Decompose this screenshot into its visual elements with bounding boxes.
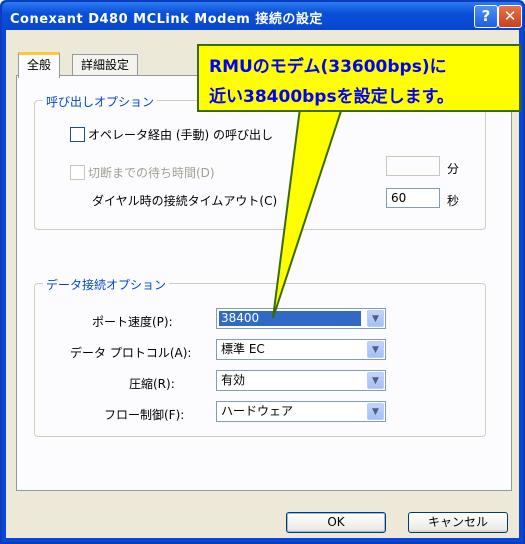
callout-line-2: 近い38400bpsを設定します。 bbox=[209, 87, 454, 107]
annotation-callout: RMUのモデム(33600bps)に 近い38400bpsを設定します。 bbox=[197, 44, 521, 112]
callout-line-1: RMUのモデム(33600bps)に bbox=[209, 57, 447, 77]
